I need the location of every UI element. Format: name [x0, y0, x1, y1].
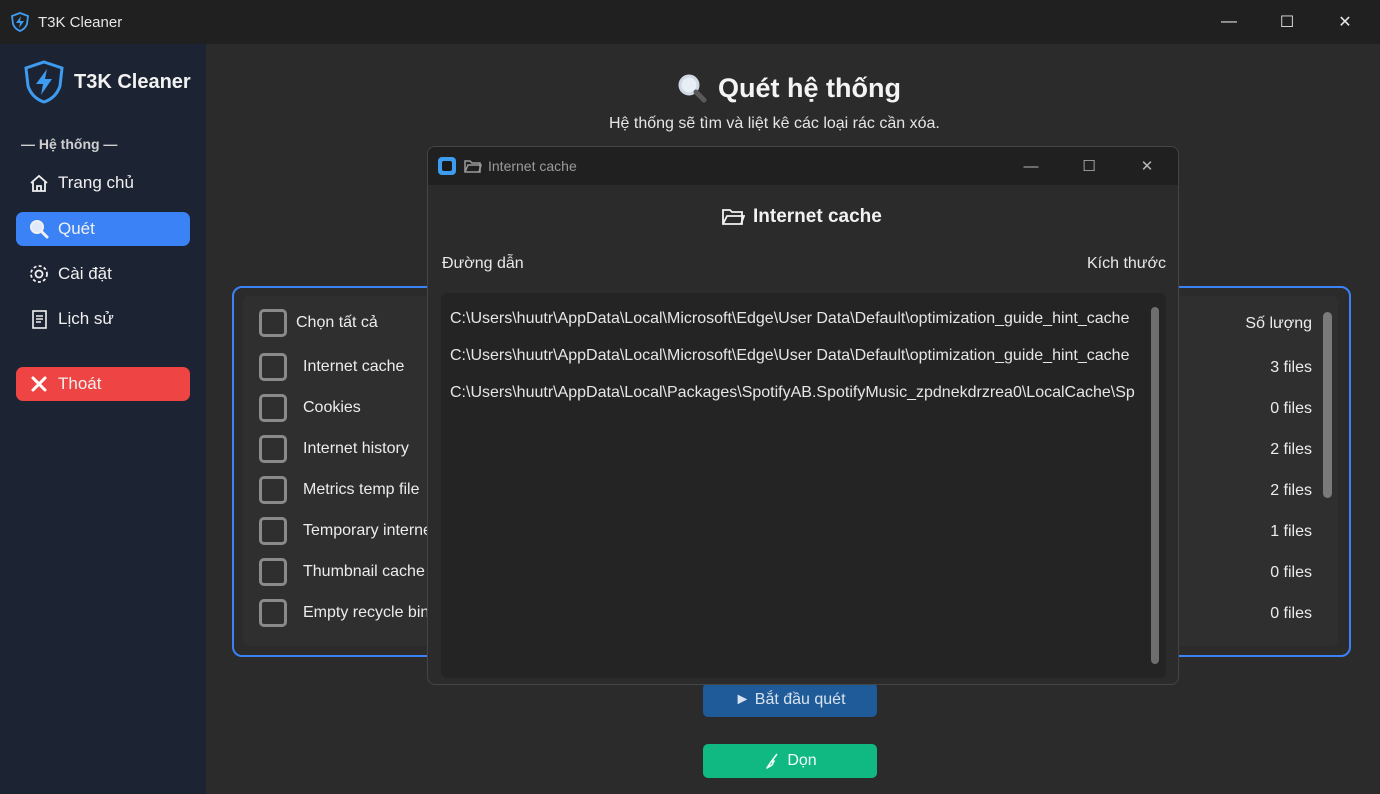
row-count: 0 files [1270, 400, 1312, 417]
sidebar-item-home[interactable]: Trang chủ [16, 166, 190, 200]
row-label: Metrics temp file [303, 481, 420, 498]
row-label: Temporary interne [303, 522, 432, 539]
sidebar-item-label: Trang chủ [58, 173, 134, 192]
row-checkbox[interactable] [259, 353, 287, 381]
sidebar-item-label: Cài đặt [58, 264, 112, 283]
close-icon: ✕ [1338, 14, 1352, 31]
row-count: 0 files [1270, 564, 1312, 581]
maximize-icon: ☐ [1082, 158, 1096, 175]
select-all-checkbox[interactable] [259, 309, 287, 337]
row-count: 3 files [1270, 359, 1312, 376]
gear-icon [28, 263, 50, 285]
close-icon [28, 373, 50, 395]
row-checkbox[interactable] [259, 517, 287, 545]
sidebar-item-settings[interactable]: Cài đặt [16, 257, 190, 291]
row-label: Internet cache [303, 358, 405, 375]
brand-logo-icon [24, 60, 64, 104]
row-checkbox[interactable] [259, 599, 287, 627]
sidebar-item-history[interactable]: Lịch sử [16, 302, 190, 336]
row-count: 2 files [1270, 482, 1312, 499]
exit-label: Thoát [58, 374, 102, 393]
list-scrollbar[interactable] [1323, 312, 1332, 498]
sidebar-item-label: Quét [58, 219, 95, 238]
row-label: Internet history [303, 440, 409, 457]
home-icon [28, 172, 50, 194]
dialog-heading-text: Internet cache [753, 206, 882, 227]
row-label: Thumbnail cache [303, 563, 425, 580]
search-icon [28, 218, 50, 240]
brand-name: T3K Cleaner [74, 71, 191, 93]
section-label: — Hệ thống — [21, 136, 118, 152]
broom-icon [766, 753, 778, 769]
dialog-app-icon [438, 157, 456, 175]
count-header: Số lượng [1245, 315, 1312, 332]
app-window: T3K Cleaner — ☐ ✕ T3K Cleaner — Hệ thống… [0, 0, 1380, 794]
row-checkbox[interactable] [259, 394, 287, 422]
close-window-button[interactable]: ✕ [1316, 0, 1374, 44]
dialog-close-button[interactable]: ✕ [1118, 147, 1176, 185]
dialog-window-title-text: Internet cache [488, 158, 577, 174]
minimize-icon: — [1221, 13, 1237, 30]
page-title-text: Quét hệ thống [718, 72, 901, 103]
sidebar-item-label: Lịch sử [58, 309, 114, 328]
detail-dialog: Internet cache — ☐ ✕ Internet cache Đườn… [427, 146, 1179, 685]
history-icon [28, 308, 50, 330]
dialog-scrollbar[interactable] [1151, 307, 1159, 664]
page-title: Quét hệ thống [676, 72, 901, 104]
dialog-minimize-button[interactable]: — [1002, 147, 1060, 185]
dialog-title-bar: Internet cache — ☐ ✕ [428, 147, 1178, 185]
dialog-window-title: Internet cache [464, 158, 577, 174]
row-label: Empty recycle bin [303, 604, 430, 621]
row-checkbox[interactable] [259, 476, 287, 504]
maximize-button[interactable]: ☐ [1258, 0, 1316, 44]
exit-button[interactable]: Thoát [16, 367, 190, 401]
row-count: 0 files [1270, 605, 1312, 622]
dialog-maximize-button[interactable]: ☐ [1060, 147, 1118, 185]
minimize-icon: — [1023, 157, 1039, 175]
minimize-button[interactable]: — [1200, 0, 1258, 44]
sidebar-item-scan[interactable]: Quét [16, 212, 190, 246]
row-count: 2 files [1270, 441, 1312, 458]
page-subtitle: Hệ thống sẽ tìm và liệt kê các loại rác … [609, 115, 940, 132]
clean-button[interactable]: Dọn [703, 744, 877, 778]
folder-icon [722, 209, 745, 225]
path-list: C:\Users\huutr\AppData\Local\Microsoft\E… [441, 293, 1166, 678]
select-all-label: Chọn tất cả [296, 314, 378, 331]
search-icon [678, 74, 707, 103]
row-checkbox[interactable] [259, 558, 287, 586]
start-scan-label: ► Bắt đầu quét [734, 691, 846, 708]
path-column-header: Đường dẫn [442, 255, 524, 272]
row-count: 1 files [1270, 523, 1312, 540]
clean-label: Dọn [787, 752, 817, 769]
dialog-heading: Internet cache [721, 206, 882, 228]
list-item[interactable]: C:\Users\huutr\AppData\Local\Microsoft\E… [450, 347, 1147, 365]
folder-icon [464, 160, 482, 173]
list-item[interactable]: C:\Users\huutr\AppData\Local\Microsoft\E… [450, 310, 1147, 328]
maximize-icon: ☐ [1279, 14, 1295, 31]
close-icon: ✕ [1140, 158, 1154, 175]
sidebar: T3K Cleaner — Hệ thống — Trang chủ Quét … [0, 44, 206, 794]
size-column-header: Kích thước [1086, 255, 1166, 272]
start-scan-button[interactable]: ► Bắt đầu quét [703, 683, 877, 717]
row-checkbox[interactable] [259, 435, 287, 463]
list-item[interactable]: C:\Users\huutr\AppData\Local\Packages\Sp… [450, 384, 1147, 402]
app-logo-icon [11, 12, 29, 32]
title-bar: T3K Cleaner — ☐ ✕ [0, 0, 1380, 44]
window-title: T3K Cleaner [38, 14, 123, 31]
row-label: Cookies [303, 399, 361, 416]
